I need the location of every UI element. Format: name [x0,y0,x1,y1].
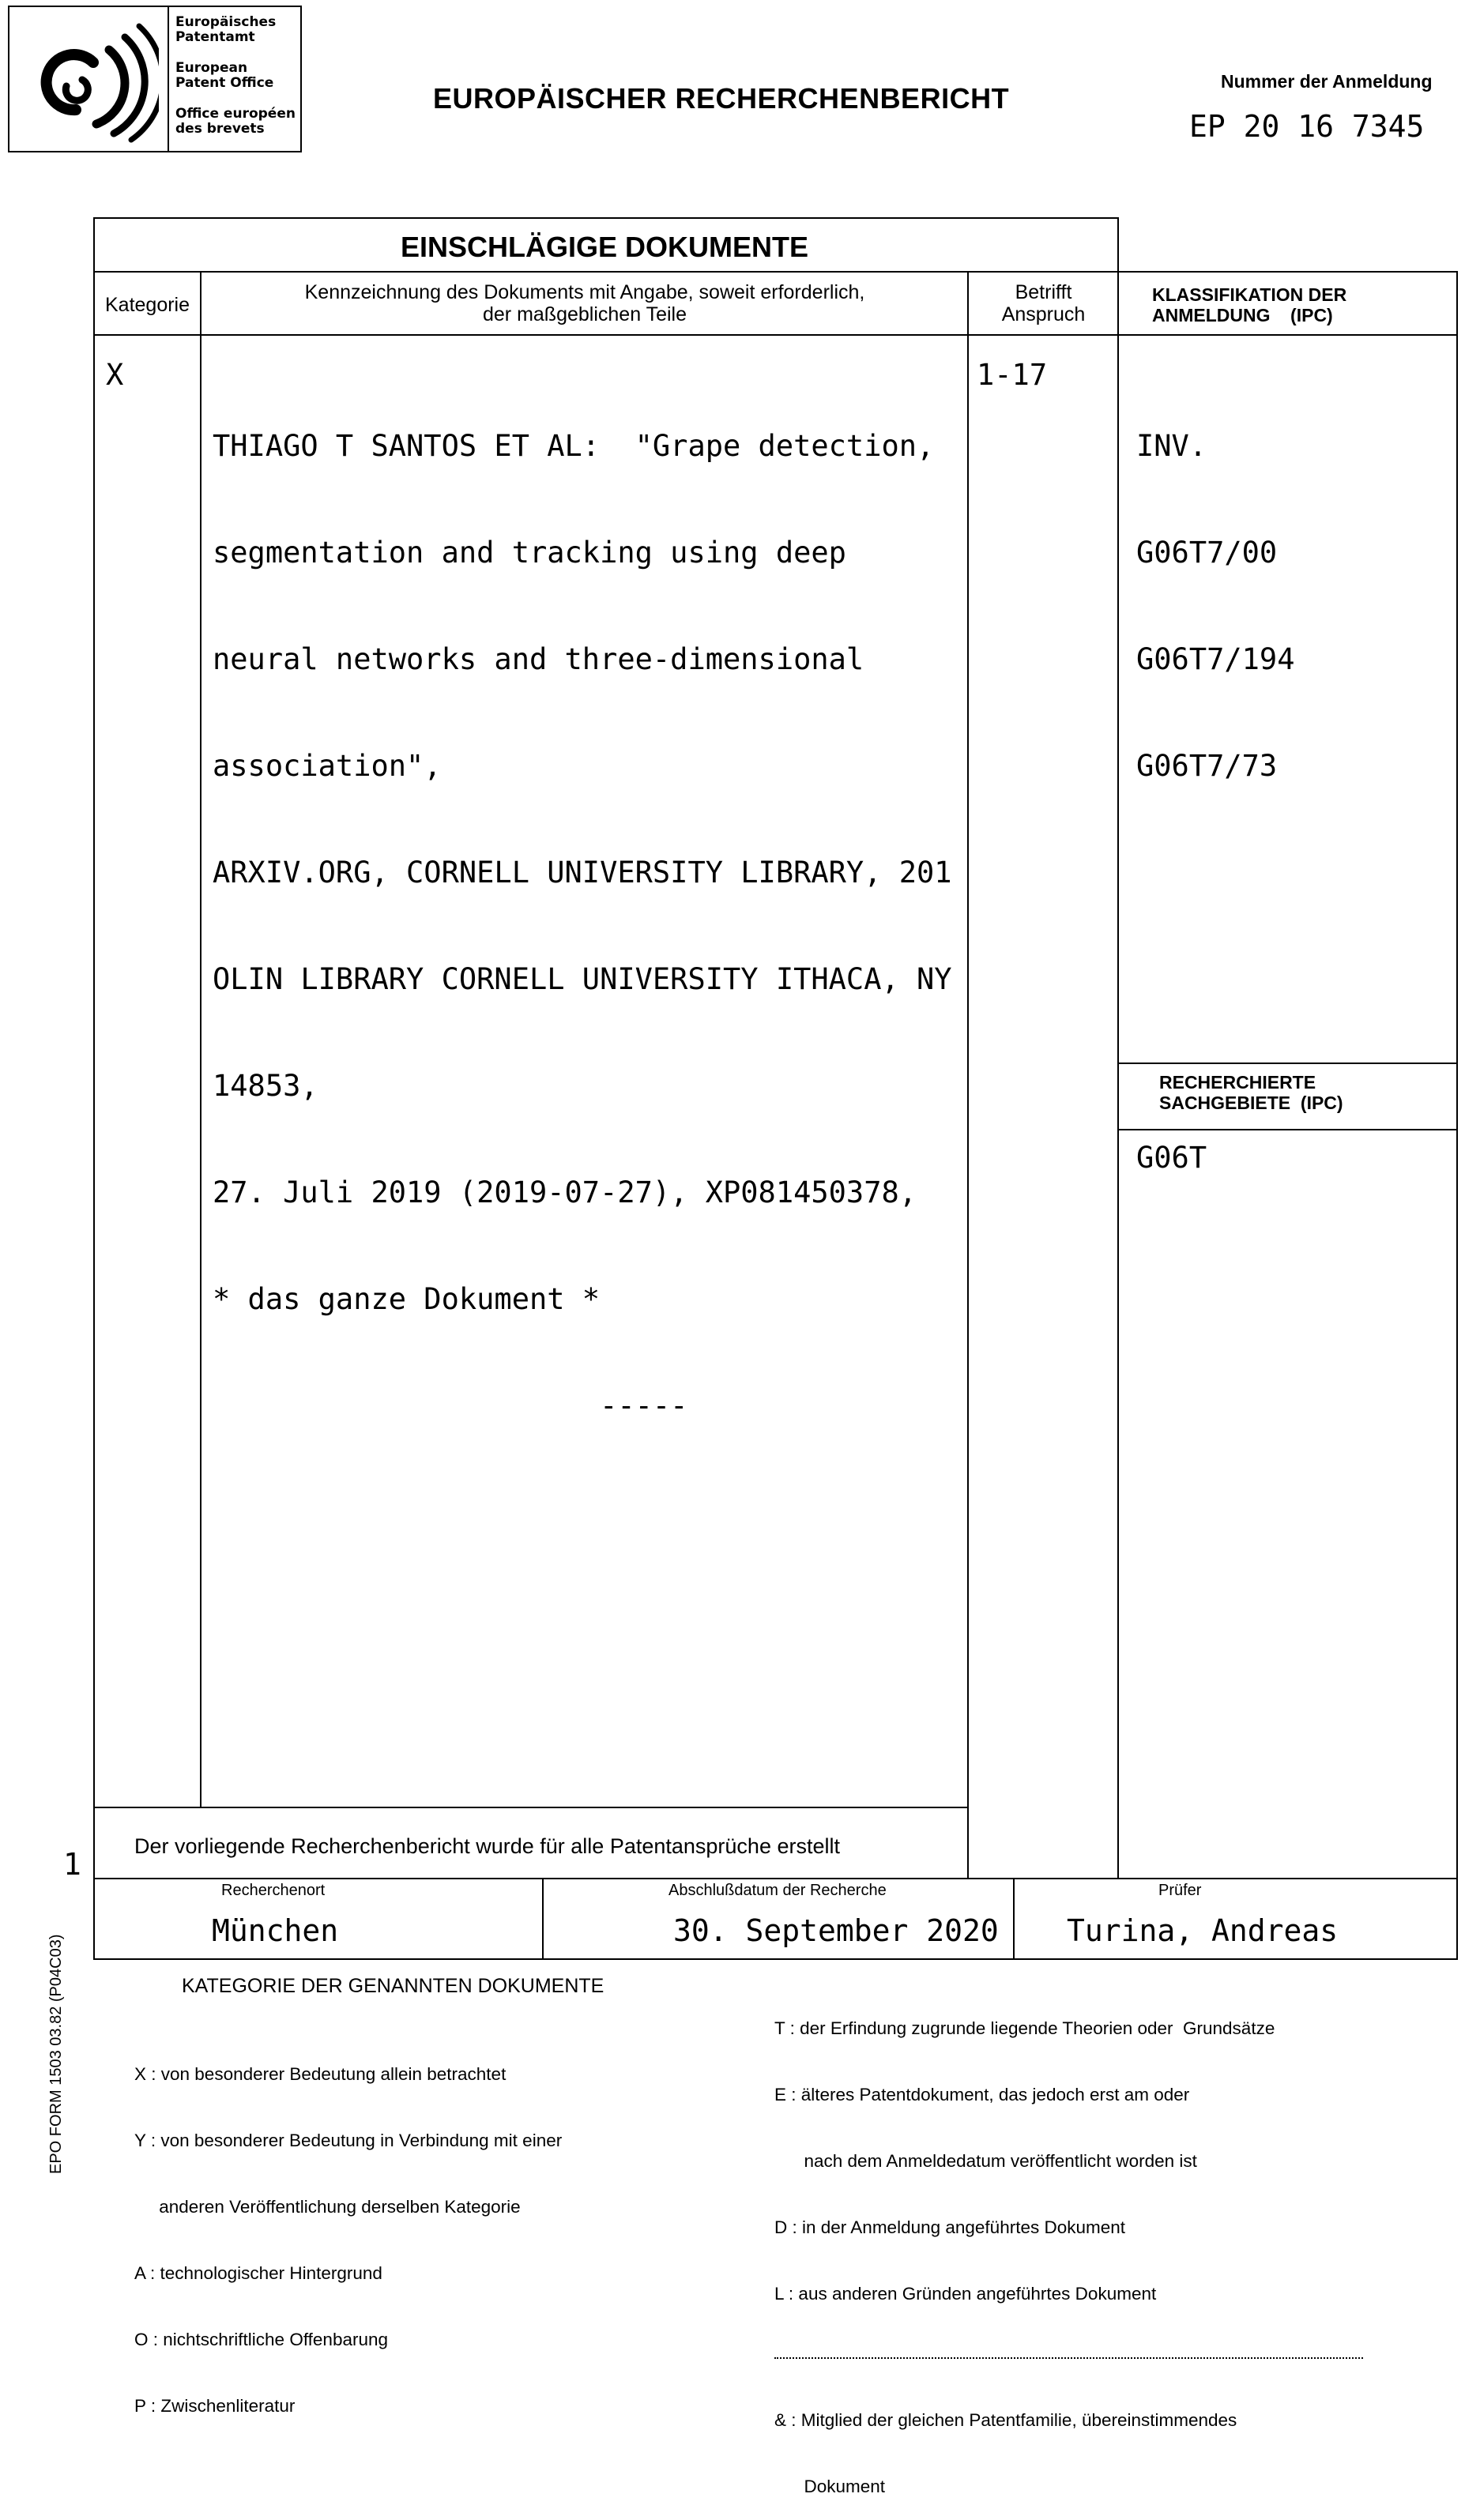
category-item: Dokument [774,2476,1363,2498]
column-header-citation: Kennzeichnung des Dokuments mit Angabe, … [202,281,967,325]
column-header-citation-line: Kennzeichnung des Dokuments mit Angabe, … [202,281,967,303]
application-number: EP 20 16 7345 [1189,109,1424,144]
category-item: & : Mitglied der gleichen Patentfamilie,… [774,2409,1363,2432]
category-item: T : der Erfindung zugrunde liegende Theo… [774,2018,1363,2040]
logo-text-line: Patentamt [175,30,255,45]
category-item: X : von besonderer Bedeutung allein betr… [134,2063,562,2086]
logo-divider [168,7,169,151]
category-item: D : in der Anmeldung angeführtes Dokumen… [774,2217,1363,2239]
footer-left-border [93,1878,95,1960]
column-header-claims-line: Anspruch [970,303,1117,325]
searched-fields-label: RECHERCHIERTE SACHGEBIETE (IPC) [1159,1072,1343,1113]
claims-col-divider [967,271,969,1879]
category-item: E : älteres Patentdokument, das jedoch e… [774,2084,1363,2106]
place-label: Recherchenort [221,1882,325,1900]
footer-divider-2 [1013,1878,1015,1960]
table-top-border [93,217,1119,219]
column-header-category: Kategorie [95,294,200,316]
logo-text-line: European [175,61,247,76]
document-title: EUROPÄISCHER RECHERCHENBERICHT [433,82,1009,115]
category-item: A : technologischer Hintergrund [134,2262,562,2285]
column-header-claims: Betrifft Anspruch [970,281,1117,325]
place-value: München [212,1913,338,1948]
legend-dotted-separator [774,2349,1363,2359]
footer-bottom-rule [93,1958,1458,1960]
row-classification: INV. G06T7/00 G06T7/194 G06T7/73 [1136,357,1294,819]
footer-right-border [1456,1878,1458,1960]
table-left-border [93,217,95,1879]
section-title: EINSCHLÄGIGE DOKUMENTE [95,231,1114,264]
searched-fields-rule-top [1117,1063,1458,1064]
categories-right-list: T : der Erfindung zugrunde liegende Theo… [774,1973,1363,2520]
date-value: 30. September 2020 [673,1913,999,1948]
examiner-label: Prüfer [1158,1882,1201,1900]
citation-line: neural networks and three-dimensional [213,641,952,677]
category-item: O : nichtschriftliche Offenbarung [134,2329,562,2351]
classification-line: G06T7/73 [1136,748,1294,784]
column-header-citation-line: der maßgeblichen Teile [202,303,967,325]
row-citation: THIAGO T SANTOS ET AL: "Grape detection,… [213,357,952,1459]
logo-text-line: Europäisches [175,15,276,30]
column-header-classification-line: ANMELDUNG (IPC) [1152,305,1346,325]
category-item: anderen Veröffentlichung derselben Kateg… [134,2196,562,2218]
citation-line: segmentation and tracking using deep [213,535,952,570]
epo-logo: Europäisches Patentamt European Patent O… [8,6,302,152]
section-title-rule [93,271,1458,273]
logo-text-line: Patent Office [175,76,273,91]
report-statement: Der vorliegende Recherchenbericht wurde … [134,1834,840,1859]
category-item: L : aus anderen Gründen angeführtes Doku… [774,2283,1363,2305]
classification-line: G06T7/194 [1136,641,1294,677]
searched-fields-rule-bottom [1117,1129,1458,1130]
footer-divider-1 [542,1878,544,1960]
citation-line: 27. Juli 2019 (2019-07-27), XP081450378, [213,1175,952,1210]
date-label: Abschlußdatum der Recherche [668,1882,887,1900]
table-right-border [1456,271,1458,1879]
row-claims: 1-17 [977,357,1047,393]
page-marker: 1 [63,1847,81,1882]
classification-line: G06T7/00 [1136,535,1294,570]
application-number-label: Nummer der Anmeldung [1221,71,1433,92]
column-header-classification-line: KLASSIFIKATION DER [1152,284,1346,305]
searched-fields-label-line: RECHERCHIERTE [1159,1072,1343,1093]
table-divider-class [1117,217,1119,1879]
column-header-classification: KLASSIFIKATION DER ANMELDUNG (IPC) [1152,284,1346,325]
column-header-claims-line: Betrifft [970,281,1117,303]
citation-line: THIAGO T SANTOS ET AL: "Grape detection, [213,428,952,464]
examiner-value: Turina, Andreas [1067,1913,1338,1948]
searched-fields-label-line: SACHGEBIETE (IPC) [1159,1093,1343,1113]
citation-line: association", [213,748,952,784]
category-item: Y : von besonderer Bedeutung in Verbindu… [134,2130,562,2152]
citation-line: 14853, [213,1068,952,1104]
logo-text-line: Office européen [175,107,296,122]
category-item: P : Zwischenliteratur [134,2395,562,2417]
categories-title: KATEGORIE DER GENANNTEN DOKUMENTE [182,1975,604,1998]
citation-line: OLIN LIBRARY CORNELL UNIVERSITY ITHACA, … [213,961,952,997]
epo-logo-icon [21,17,159,143]
category-col-divider [200,271,201,1807]
statement-rule [93,1807,969,1808]
searched-fields-value: G06T [1136,1140,1207,1175]
citation-line: * das ganze Dokument * [213,1281,952,1317]
header-row-rule [93,334,1458,336]
table-bottom-border [93,1878,1458,1879]
category-item: nach dem Anmeldedatum veröffentlicht wor… [774,2150,1363,2172]
logo-text-line: des brevets [175,122,265,137]
citation-separator: ----- [213,1388,952,1424]
citation-line: ARXIV.ORG, CORNELL UNIVERSITY LIBRARY, 2… [213,855,952,890]
categories-left-list: X : von besonderer Bedeutung allein betr… [134,2019,562,2439]
form-code: EPO FORM 1503 03.82 (P04C03) [47,1935,66,2174]
row-category: X [106,357,123,393]
classification-line: INV. [1136,428,1294,464]
